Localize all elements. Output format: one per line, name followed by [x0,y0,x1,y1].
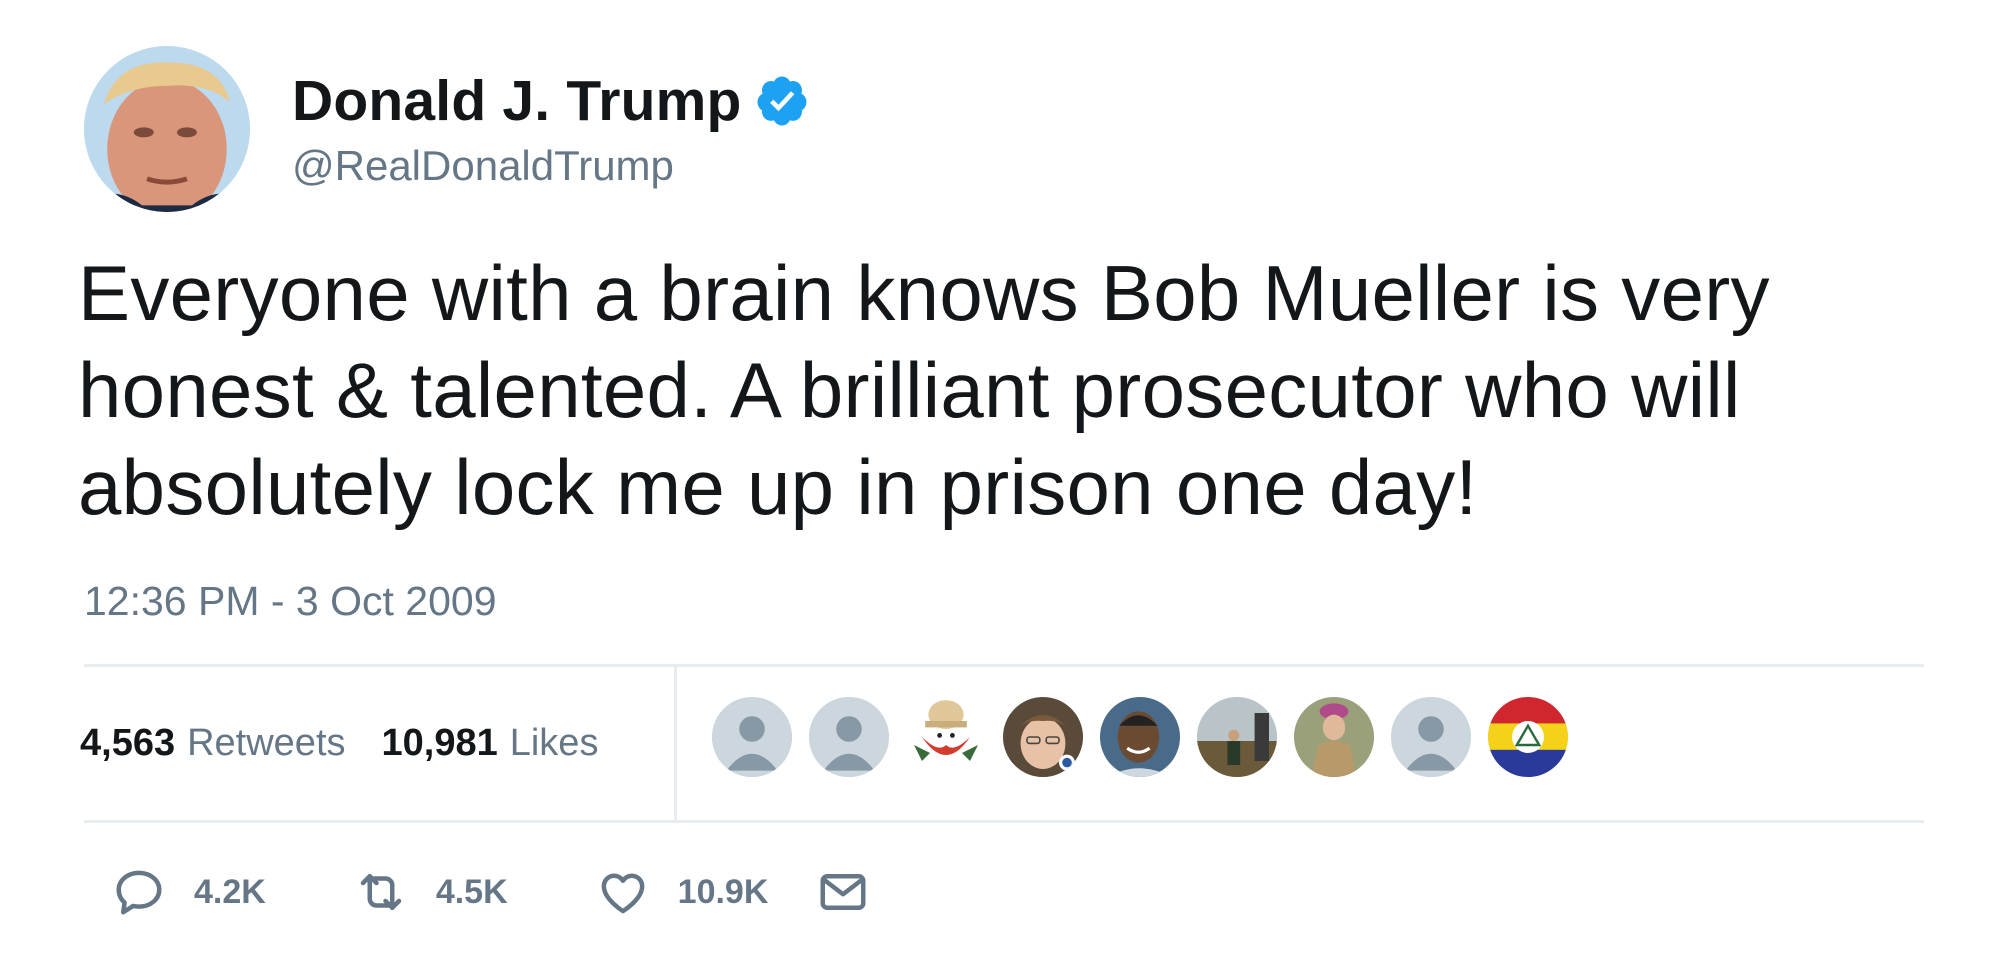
reply-icon [116,870,162,915]
retweet-count: 4.5K [435,872,508,911]
liker-avatar[interactable] [712,697,792,777]
author-avatar-image [84,46,250,212]
user-photo-avatar-image [1294,697,1374,777]
liker-avatars [712,697,1585,777]
stats-divider-vertical [674,664,677,823]
author-display-name[interactable]: Donald J. Trump [292,68,742,134]
author-handle[interactable]: @RealDonaldTrump [292,142,674,190]
author-name-row: Donald J. Trump [292,66,810,136]
verified-badge-icon [757,76,807,126]
tweet-card: Donald J. Trump @RealDonaldTrump Everyon… [0,0,2000,967]
tweet-actions: 4.2K 4.5K 10.9K [112,862,870,922]
retweet-button[interactable]: 4.5K [354,865,508,919]
flag-emblem-avatar-image [1488,697,1568,777]
tweet-timestamp[interactable]: 12:36 PM - 3 Oct 2009 [84,578,497,625]
envelope-icon [820,874,866,910]
user-photo-avatar-image [1003,697,1083,777]
heart-icon [601,873,645,914]
cartoon-avatar-image [906,697,986,777]
user-photo-avatar-image [1197,697,1277,777]
user-photo-avatar-image [1100,697,1180,777]
retweets-count: 4,563 [80,722,176,764]
liker-avatar[interactable] [1003,697,1083,777]
direct-message-button[interactable] [816,865,870,919]
retweets-stat[interactable]: 4,563 Retweets [80,722,346,765]
engagement-stats: 4,563 Retweets 10,981 Likes [80,722,634,765]
liker-avatar[interactable] [809,697,889,777]
likes-label: Likes [509,722,599,764]
stats-divider-top [84,664,1924,667]
reply-count: 4.2K [194,872,266,911]
tweet-text: Everyone with a brain knows Bob Mueller … [78,249,1770,531]
retweet-icon [360,874,402,910]
likes-count: 10,981 [381,722,498,764]
retweets-label: Retweets [187,722,346,764]
liker-avatar[interactable] [1488,697,1568,777]
default-profile-icon [712,697,792,777]
default-profile-icon [1391,697,1471,777]
liker-avatar[interactable] [1391,697,1471,777]
author-avatar[interactable] [84,46,250,212]
default-profile-icon [809,697,889,777]
liker-avatar[interactable] [1197,697,1277,777]
liker-avatar[interactable] [1294,697,1374,777]
liker-avatar[interactable] [1100,697,1180,777]
liker-avatar[interactable] [906,697,986,777]
likes-stat[interactable]: 10,981 Likes [382,722,599,765]
stats-divider-bottom [84,820,1924,823]
like-button[interactable]: 10.9K [596,865,769,919]
reply-button[interactable]: 4.2K [112,865,266,919]
like-count: 10.9K [677,872,769,911]
